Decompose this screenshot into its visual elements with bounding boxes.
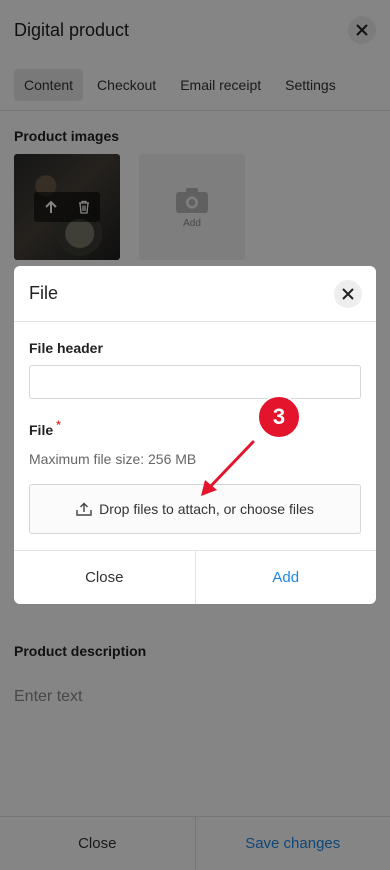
- upload-icon: [76, 502, 92, 516]
- required-mark: *: [56, 418, 61, 432]
- max-file-size-hint: Maximum file size: 256 MB: [29, 451, 197, 467]
- dialog-body: File header File * Maximum file size: 256…: [14, 322, 376, 550]
- dialog-close-text-button[interactable]: Close: [14, 551, 196, 604]
- dropzone-label: Drop files to attach, or choose files: [99, 501, 314, 517]
- dialog-footer: Close Add: [14, 550, 376, 604]
- dialog-title: File: [29, 283, 59, 303]
- step-number-badge: 3: [257, 395, 301, 439]
- file-dialog: File File header File * Maximum file size…: [14, 266, 376, 604]
- dialog-add-button[interactable]: Add: [196, 551, 377, 604]
- file-header-input[interactable]: [29, 365, 361, 399]
- pointer-arrow-icon: [201, 440, 255, 496]
- file-label-text: File: [29, 422, 54, 438]
- file-header-label: File header: [29, 340, 103, 356]
- dialog-header: File: [14, 266, 376, 322]
- file-label: File *: [29, 418, 61, 438]
- close-icon: [342, 287, 354, 300]
- dialog-close-button[interactable]: [334, 279, 362, 308]
